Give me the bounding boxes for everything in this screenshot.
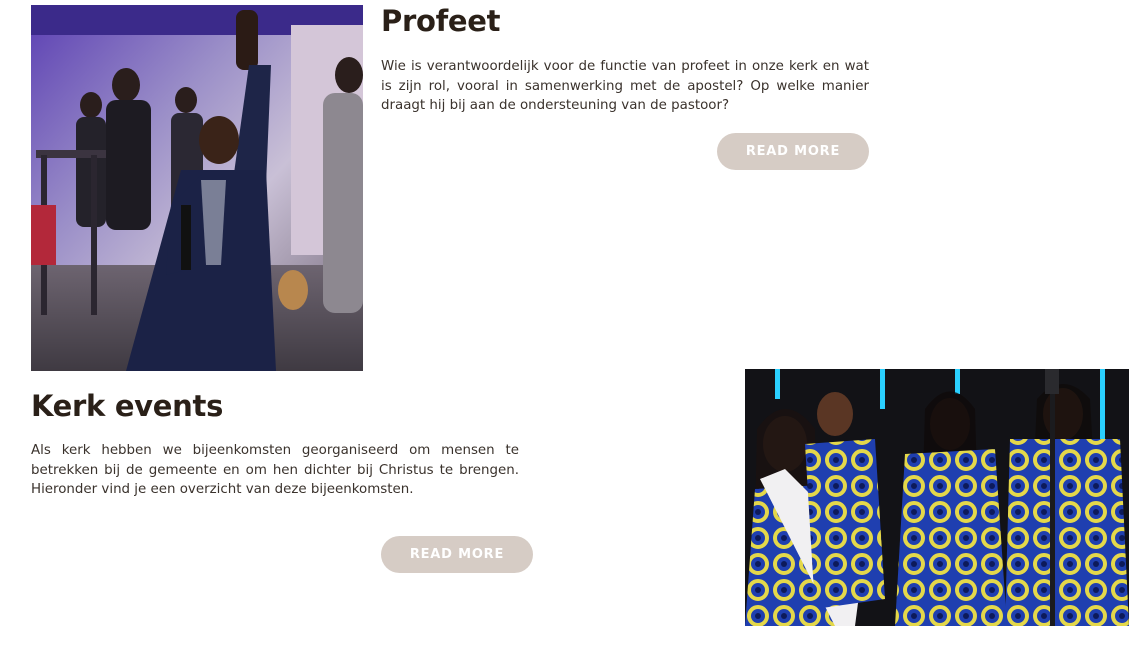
kerk-events-read-more-button[interactable]: READ MORE bbox=[381, 536, 533, 573]
profeet-photo-graphic bbox=[31, 5, 363, 371]
kerk-events-photo bbox=[745, 369, 1129, 626]
kerk-events-description: Als kerk hebben we bijeenkomsten georgan… bbox=[31, 443, 519, 497]
kerk-events-photo-graphic bbox=[745, 369, 1129, 626]
profeet-title: Profeet bbox=[381, 4, 501, 38]
profeet-photo bbox=[31, 5, 363, 371]
profeet-description: Wie is verantwoordelijk voor de functie … bbox=[381, 59, 869, 113]
kerk-events-title: Kerk events bbox=[31, 389, 224, 423]
page: Profeet Wie is verantwoordelijk voor de … bbox=[0, 0, 1143, 650]
profeet-read-more-button[interactable]: READ MORE bbox=[717, 133, 869, 170]
